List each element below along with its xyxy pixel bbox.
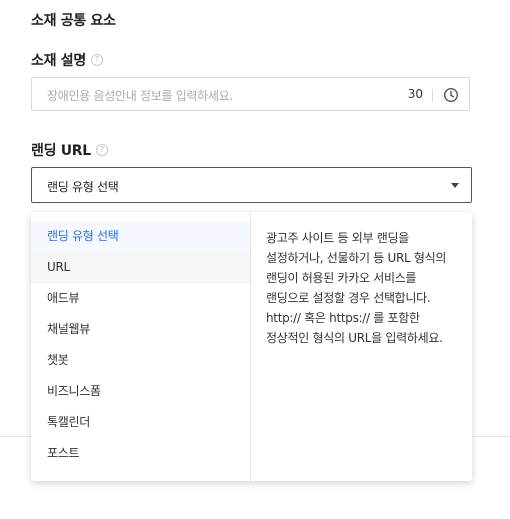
description-placeholder: 장애인용 음성안내 정보를 입력하세요.	[47, 89, 233, 103]
landing-type-selected-value: 랜딩 유형 선택	[47, 180, 119, 194]
dropdown-option-adview[interactable]: 애드뷰	[31, 283, 250, 314]
option-help-text: 광고주 사이트 등 외부 랜딩을 설정하거나, 선물하기 등 URL 형식의 랜…	[266, 231, 447, 345]
description-label: 소재 설명 ?	[31, 50, 103, 70]
divider	[432, 89, 433, 102]
landing-type-dropdown: 랜딩 유형 선택 URL 애드뷰 채널웹뷰 챗봇 비즈니스폼 톡캘린더 포스트 …	[31, 212, 472, 481]
dropdown-option-talk-calendar[interactable]: 톡캘린더	[31, 407, 250, 438]
dropdown-option-post[interactable]: 포스트	[31, 438, 250, 469]
landing-url-label-text: 랜딩 URL	[31, 143, 91, 159]
dropdown-option-channel-webview[interactable]: 채널웹뷰	[31, 314, 250, 345]
landing-type-select[interactable]: 랜딩 유형 선택	[31, 167, 472, 203]
clock-icon[interactable]	[443, 87, 459, 107]
dropdown-option-chatbot[interactable]: 챗봇	[31, 345, 250, 376]
caret-down-icon	[451, 183, 459, 188]
help-icon[interactable]: ?	[90, 54, 103, 66]
dropdown-option-placeholder[interactable]: 랜딩 유형 선택	[31, 221, 250, 252]
section-title: 소재 공통 요소	[31, 13, 116, 29]
char-count: 30	[407, 87, 423, 101]
landing-url-label: 랜딩 URL ?	[31, 140, 108, 160]
dropdown-options: 랜딩 유형 선택 URL 애드뷰 채널웹뷰 챗봇 비즈니스폼 톡캘린더 포스트	[31, 212, 251, 481]
description-input[interactable]: 장애인용 음성안내 정보를 입력하세요. 30	[31, 77, 470, 111]
description-label-text: 소재 설명	[31, 53, 86, 69]
dropdown-option-business-form[interactable]: 비즈니스폼	[31, 376, 250, 407]
dropdown-option-url[interactable]: URL	[31, 252, 250, 283]
help-icon[interactable]: ?	[95, 144, 108, 156]
